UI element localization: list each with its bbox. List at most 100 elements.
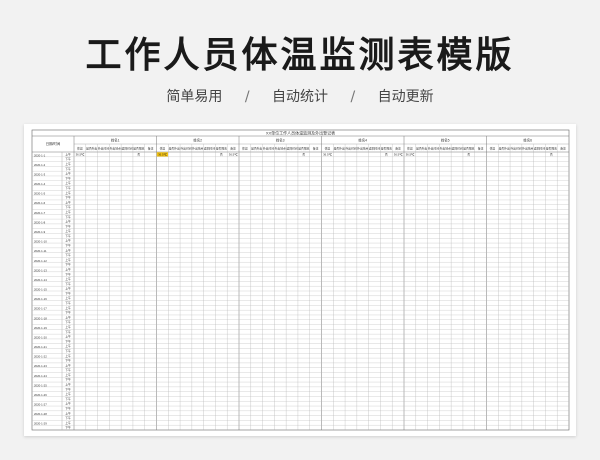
- row-period-label: 下午: [65, 349, 71, 353]
- feature-tagline: 简单易用 / 自动统计 / 自动更新: [0, 86, 600, 106]
- column-header: 备注: [560, 147, 566, 151]
- column-header: 是否隔离: [546, 147, 557, 151]
- column-header: 外出地点: [522, 147, 533, 151]
- tag-separator: /: [244, 89, 250, 105]
- row-period-label: 上午: [65, 172, 71, 176]
- cell-value: 36.5℃: [323, 153, 332, 157]
- group-header: 姓名5: [441, 138, 450, 143]
- row-period-label: 下午: [65, 378, 71, 382]
- row-period-label: 下午: [65, 291, 71, 295]
- column-header: 返回时间: [204, 147, 215, 151]
- column-header: 是否隔离: [381, 147, 392, 151]
- column-header: 返回时间: [534, 147, 545, 151]
- row-period-label: 下午: [65, 416, 71, 420]
- row-period-label: 上午: [65, 402, 71, 406]
- row-period-label: 下午: [65, 426, 71, 430]
- cell-value: 否: [385, 153, 388, 157]
- row-period-label: 下午: [65, 186, 71, 190]
- row-period-label: 下午: [65, 176, 71, 180]
- row-period-label: 上午: [65, 181, 71, 185]
- column-header: 体温: [490, 147, 496, 151]
- column-header: 是否隔离: [133, 147, 144, 151]
- column-header: 外出时间: [345, 147, 356, 151]
- row-period-label: 下午: [65, 359, 71, 363]
- cell-value: 否: [137, 153, 140, 157]
- row-period-label: 下午: [65, 301, 71, 305]
- column-header: 体温: [325, 147, 331, 151]
- row-period-label: 上午: [65, 229, 71, 233]
- row-period-label: 上午: [65, 152, 71, 156]
- row-period-label: 上午: [65, 220, 71, 224]
- row-period-label: 下午: [65, 253, 71, 257]
- column-header: 是否外出: [416, 147, 427, 151]
- cell-value: 36.5℃: [394, 153, 403, 157]
- row-period-label: 上午: [65, 200, 71, 204]
- row-period-label: 上午: [65, 277, 71, 281]
- row-period-label: 下午: [65, 339, 71, 343]
- column-header: 外出时间: [180, 147, 191, 151]
- row-period-label: 上午: [65, 239, 71, 243]
- row-period-label: 下午: [65, 387, 71, 391]
- row-period-label: 上午: [65, 315, 71, 319]
- column-header: 体温: [407, 147, 413, 151]
- column-header: 备注: [148, 147, 154, 151]
- column-header: 是否外出: [334, 147, 345, 151]
- row-period-label: 上午: [65, 335, 71, 339]
- column-header: 返回时间: [369, 147, 380, 151]
- spreadsheet-grid: XX单位工作人员体温监测及外出登记表日期/时间姓名1体温 是否外出 外出时间 外出地点…: [31, 130, 570, 431]
- cell-value: 否: [302, 153, 305, 157]
- row-period-label: 下午: [65, 196, 71, 200]
- column-header: 外出地点: [192, 147, 203, 151]
- column-header: 外出时间: [98, 147, 109, 151]
- cell-value: 36.5℃: [158, 153, 167, 157]
- column-header: 外出地点: [357, 147, 368, 151]
- row-period-label: 下午: [65, 234, 71, 238]
- column-header: 是否隔离: [298, 147, 309, 151]
- column-header: 是否隔离: [216, 147, 227, 151]
- row-period-label: 上午: [65, 325, 71, 329]
- column-header: 是否外出: [499, 147, 510, 151]
- row-period-label: 下午: [65, 406, 71, 410]
- row-period-label: 下午: [65, 368, 71, 372]
- row-period-label: 下午: [65, 157, 71, 161]
- column-header: 是否外出: [251, 147, 262, 151]
- page-title: 工作人员体温监测表模版: [85, 35, 515, 76]
- row-period-label: 下午: [65, 320, 71, 324]
- row-period-label: 上午: [65, 354, 71, 358]
- row-period-label: 上午: [65, 373, 71, 377]
- column-header: 返回时间: [121, 147, 132, 151]
- row-period-label: 上午: [65, 421, 71, 425]
- column-header: 体温: [160, 147, 166, 151]
- row-period-label: 上午: [65, 392, 71, 396]
- cell-value: 36.5℃: [406, 153, 415, 157]
- row-period-label: 上午: [65, 411, 71, 415]
- spreadsheet-preview: XX单位工作人员体温监测及外出登记表 日期/时间 姓名1 体温 是否外出 外出时间 外出地点…: [24, 124, 576, 436]
- row-period-label: 下午: [65, 311, 71, 315]
- tag-easy-to-use: 简单易用: [166, 89, 223, 105]
- row-period-label: 下午: [65, 272, 71, 276]
- column-header: 体温: [77, 147, 83, 151]
- row-period-label: 下午: [65, 224, 71, 228]
- row-period-label: 上午: [65, 296, 71, 300]
- row-period-label: 下午: [65, 244, 71, 248]
- row-period-label: 上午: [65, 248, 71, 252]
- group-header: 姓名1: [111, 138, 120, 143]
- row-period-label: 上午: [65, 363, 71, 367]
- column-header: 备注: [313, 147, 319, 151]
- cell-value: 否: [220, 153, 223, 157]
- sheet-caption: XX单位工作人员体温监测及外出登记表: [266, 130, 335, 136]
- column-header: 外出时间: [263, 147, 274, 151]
- row-period-label: 下午: [65, 397, 71, 401]
- cell-value: 否: [550, 153, 553, 157]
- group-header: 姓名6: [523, 138, 532, 143]
- cell-value: 36.5℃: [229, 153, 238, 157]
- column-header: 返回时间: [286, 147, 297, 151]
- row-period-label: 上午: [65, 191, 71, 195]
- column-header: 外出地点: [440, 147, 451, 151]
- group-header: 姓名3: [276, 138, 285, 143]
- row-period-label: 下午: [65, 263, 71, 267]
- cell-value: 否: [467, 153, 470, 157]
- column-header: 外出时间: [510, 147, 521, 151]
- column-header: 备注: [230, 147, 236, 151]
- tag-separator: /: [350, 89, 356, 105]
